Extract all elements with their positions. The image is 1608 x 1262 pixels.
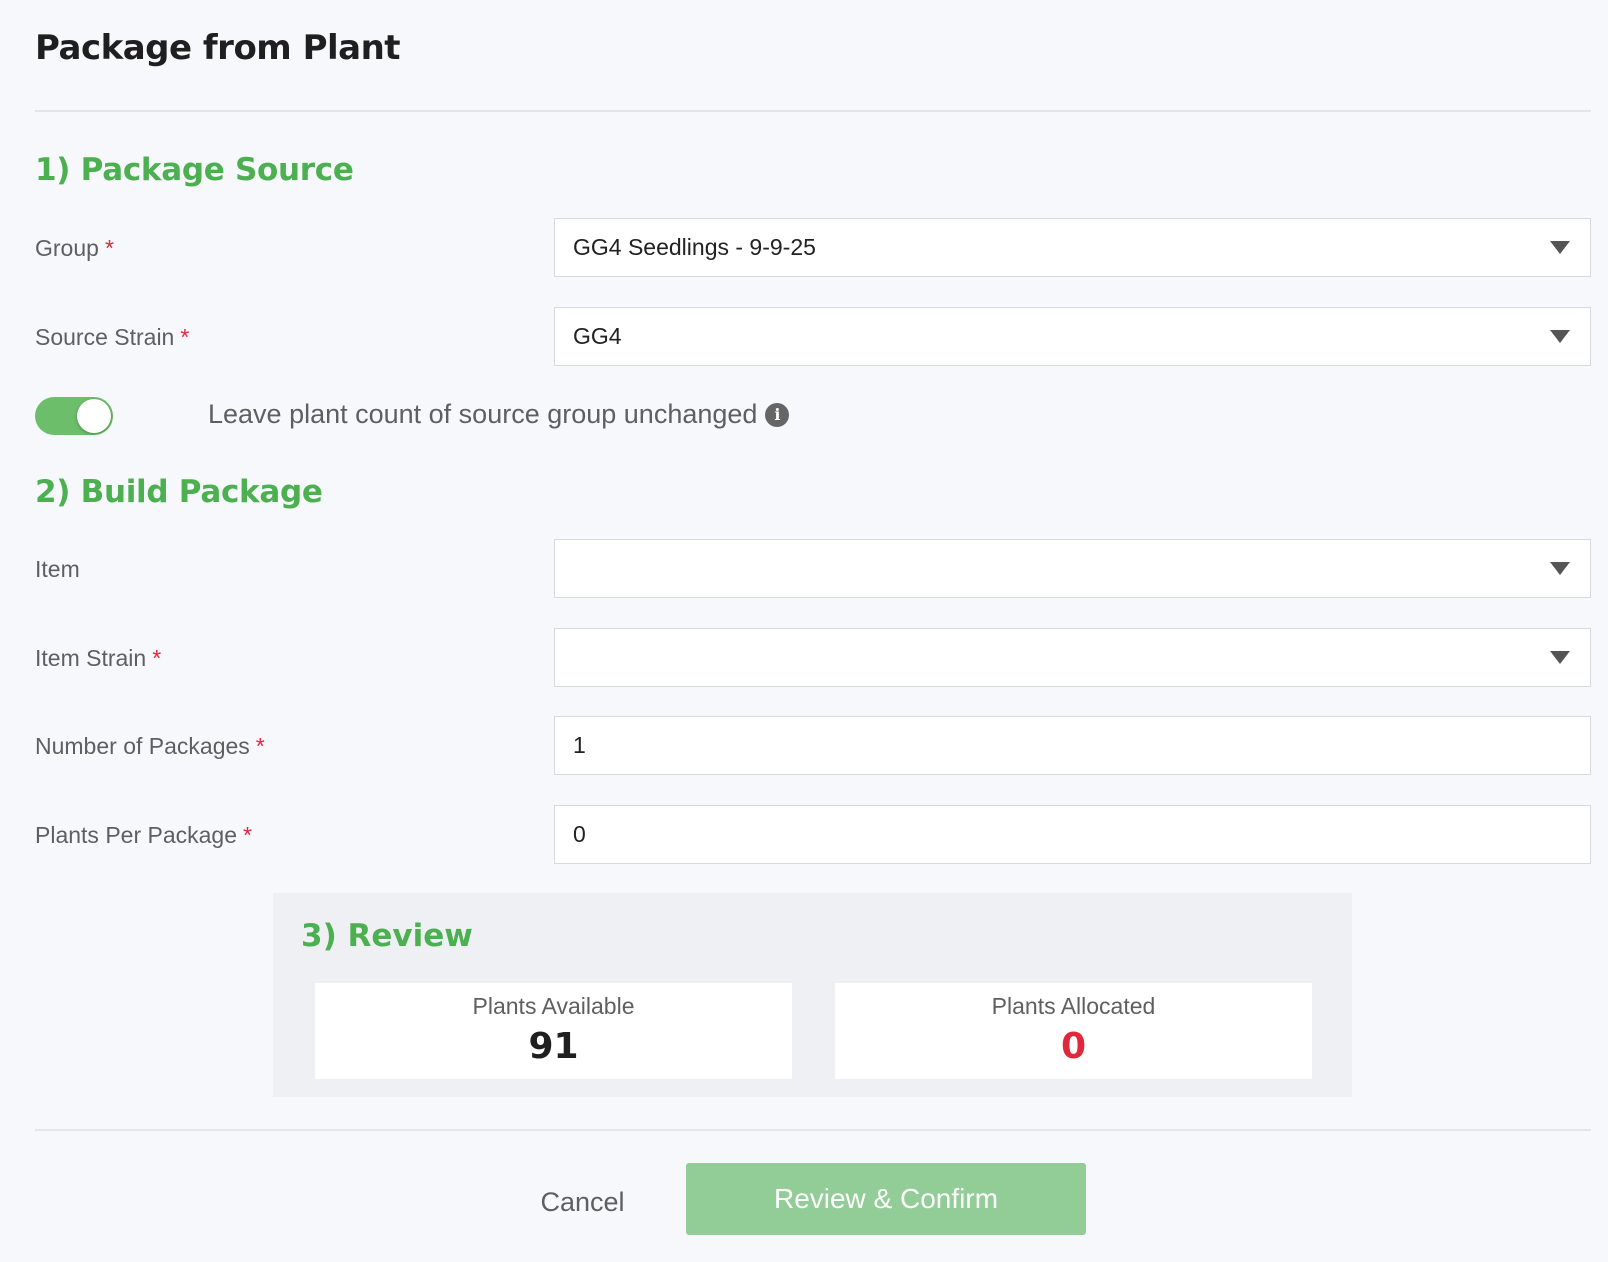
header-divider (35, 110, 1591, 112)
review-panel: 3) Review Plants Available 91 Plants All… (273, 893, 1352, 1097)
plants-per-package-value: 0 (573, 821, 586, 847)
chevron-down-icon (1550, 562, 1570, 575)
plants-available-value: 91 (528, 1026, 579, 1067)
chevron-down-icon (1550, 651, 1570, 664)
item-strain-label-text: Item Strain (35, 645, 147, 671)
leave-plant-count-toggle[interactable] (35, 397, 113, 435)
section-heading-build-package: 2) Build Package (35, 474, 323, 510)
number-of-packages-input[interactable]: 1 (554, 716, 1591, 775)
source-strain-select[interactable]: GG4 (554, 307, 1591, 366)
group-select-value: GG4 Seedlings - 9-9-25 (573, 234, 816, 260)
plants-per-package-label: Plants Per Package * (35, 822, 252, 849)
group-label-text: Group (35, 235, 99, 261)
item-label-text: Item (35, 556, 80, 582)
group-label: Group * (35, 235, 114, 262)
package-from-plant-dialog: Package from Plant 1) Package Source Gro… (0, 0, 1608, 1262)
toggle-knob (77, 399, 111, 433)
required-mark: * (243, 822, 252, 848)
number-of-packages-label-text: Number of Packages (35, 733, 250, 759)
item-strain-label: Item Strain * (35, 645, 161, 672)
plants-allocated-card: Plants Allocated 0 (835, 983, 1312, 1079)
chevron-down-icon (1550, 330, 1570, 343)
required-mark: * (104, 235, 114, 261)
plants-allocated-value: 0 (1060, 1026, 1087, 1067)
source-strain-label-text: Source Strain (35, 324, 175, 350)
item-strain-select[interactable] (554, 628, 1591, 687)
plants-per-package-label-text: Plants Per Package (35, 822, 238, 848)
page-title: Package from Plant (35, 28, 401, 68)
source-strain-select-value: GG4 (573, 323, 622, 349)
required-mark: * (180, 324, 190, 350)
section-heading-review: 3) Review (301, 918, 473, 954)
footer-divider (35, 1129, 1591, 1131)
plants-available-card: Plants Available 91 (315, 983, 792, 1079)
chevron-down-icon (1550, 241, 1570, 254)
source-strain-label: Source Strain * (35, 324, 189, 351)
section-heading-package-source: 1) Package Source (35, 152, 354, 188)
item-label: Item (35, 556, 80, 583)
info-icon[interactable]: i (765, 402, 790, 427)
required-mark: * (152, 645, 162, 671)
toggle-label-text: Leave plant count of source group unchan… (208, 399, 758, 429)
required-mark: * (255, 733, 265, 759)
group-select[interactable]: GG4 Seedlings - 9-9-25 (554, 218, 1591, 277)
item-select[interactable] (554, 539, 1591, 598)
review-confirm-button[interactable]: Review & Confirm (686, 1163, 1086, 1235)
plants-available-label: Plants Available (472, 993, 635, 1019)
plants-per-package-input[interactable]: 0 (554, 805, 1591, 864)
toggle-label: Leave plant count of source group unchan… (208, 399, 790, 430)
number-of-packages-label: Number of Packages * (35, 733, 265, 760)
plants-allocated-label: Plants Allocated (991, 993, 1156, 1019)
cancel-button[interactable]: Cancel (520, 1183, 645, 1221)
number-of-packages-value: 1 (573, 732, 586, 758)
